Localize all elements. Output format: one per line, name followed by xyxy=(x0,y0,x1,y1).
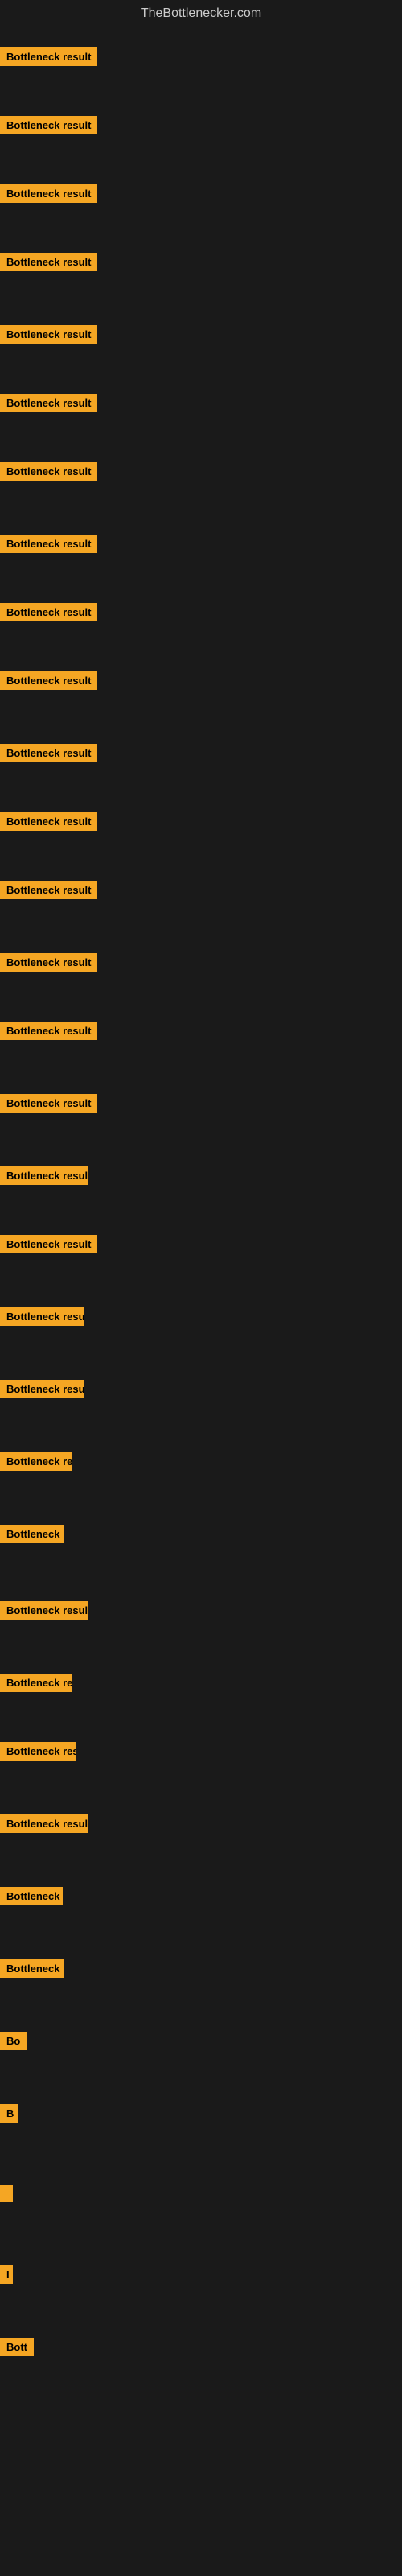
bottleneck-item: Bottleneck result xyxy=(0,1742,76,1765)
bottleneck-badge: Bottleneck result xyxy=(0,47,97,66)
bottleneck-item: Bottleneck result xyxy=(0,1452,72,1475)
bottleneck-badge: Bottleneck result xyxy=(0,1094,97,1113)
bottleneck-item: Bottleneck result xyxy=(0,1094,97,1117)
bottleneck-item: Bottleneck result xyxy=(0,535,97,557)
bottleneck-item: Bottleneck result xyxy=(0,953,97,976)
bottleneck-badge: Bottleneck result xyxy=(0,1380,84,1398)
bottleneck-badge: Bottleneck result xyxy=(0,116,97,134)
bottleneck-item: Bottleneck result xyxy=(0,1022,97,1044)
bottleneck-badge: Bottleneck result xyxy=(0,1674,72,1692)
bottleneck-badge: Bottleneck result xyxy=(0,881,97,899)
bottleneck-badge: Bottleneck result xyxy=(0,671,97,690)
bottleneck-badge: Bottleneck result xyxy=(0,1022,97,1040)
bottleneck-badge: Bottleneck result xyxy=(0,1887,63,1905)
bottleneck-item: Bottleneck result xyxy=(0,812,97,835)
bottleneck-item: Bottleneck result xyxy=(0,671,97,694)
bottleneck-item: Bottleneck result xyxy=(0,1674,72,1696)
bottleneck-item: Bottleneck result xyxy=(0,603,97,625)
bottleneck-badge: Bottleneck result xyxy=(0,184,97,203)
bottleneck-item: Bottleneck result xyxy=(0,184,97,207)
bottleneck-badge: I xyxy=(0,2265,13,2284)
bottleneck-badge: Bottleneck result xyxy=(0,394,97,412)
bottleneck-item: Bottleneck result xyxy=(0,462,97,485)
site-title: TheBottlenecker.com xyxy=(0,0,402,27)
bottleneck-item: Bottleneck result xyxy=(0,1959,64,1982)
bottleneck-badge: Bottleneck result xyxy=(0,535,97,553)
bottleneck-item: Bottleneck result xyxy=(0,1887,63,1909)
bottleneck-item: Bottleneck result xyxy=(0,1235,97,1257)
bottleneck-item: Bottleneck result xyxy=(0,253,97,275)
bottleneck-item: Bottleneck result xyxy=(0,1525,64,1547)
bottleneck-item: Bottleneck result xyxy=(0,116,97,138)
bottleneck-badge: Bottleneck result xyxy=(0,1601,88,1620)
bottleneck-item: Bottleneck result xyxy=(0,881,97,903)
bottleneck-item: Bottleneck result xyxy=(0,1814,88,1837)
bottleneck-badge: Bottleneck result xyxy=(0,1307,84,1326)
bottleneck-item: Bottleneck result xyxy=(0,394,97,416)
bottleneck-item: Bottleneck result xyxy=(0,325,97,348)
bottleneck-badge: Bottleneck result xyxy=(0,812,97,831)
bottleneck-badge: Bottleneck result xyxy=(0,1959,64,1978)
bottleneck-item: Bottleneck result xyxy=(0,1601,88,1624)
bottleneck-item: Bottleneck result xyxy=(0,1380,84,1402)
bottleneck-badge: Bottleneck result xyxy=(0,953,97,972)
bottleneck-item: Bottleneck result xyxy=(0,47,97,70)
bottleneck-badge: Bottleneck result xyxy=(0,1814,88,1833)
bottleneck-badge: Bottleneck result xyxy=(0,1452,72,1471)
bottleneck-item: B xyxy=(0,2104,18,2127)
bottleneck-badge: Bo xyxy=(0,2032,27,2050)
bottleneck-item: Bott xyxy=(0,2338,34,2360)
bottleneck-item xyxy=(0,2185,13,2207)
bottleneck-badge: B xyxy=(0,2104,18,2123)
bottleneck-badge: Bottleneck result xyxy=(0,1525,64,1543)
bottleneck-item: Bo xyxy=(0,2032,27,2054)
bottleneck-badge: Bottleneck result xyxy=(0,253,97,271)
bottleneck-badge: Bottleneck result xyxy=(0,603,97,621)
bottleneck-badge: Bottleneck result xyxy=(0,462,97,481)
bottleneck-badge: Bottleneck result xyxy=(0,1235,97,1253)
bottleneck-badge: Bottleneck result xyxy=(0,325,97,344)
bottleneck-item: Bottleneck result xyxy=(0,1307,84,1330)
bottleneck-item: Bottleneck result xyxy=(0,1166,88,1189)
bottleneck-badge: Bottleneck result xyxy=(0,744,97,762)
bottleneck-badge: Bottleneck result xyxy=(0,1742,76,1761)
bottleneck-item: I xyxy=(0,2265,13,2288)
bottleneck-badge: Bott xyxy=(0,2338,34,2356)
bottleneck-badge xyxy=(0,2185,13,2202)
bottleneck-item: Bottleneck result xyxy=(0,744,97,766)
bottleneck-badge: Bottleneck result xyxy=(0,1166,88,1185)
